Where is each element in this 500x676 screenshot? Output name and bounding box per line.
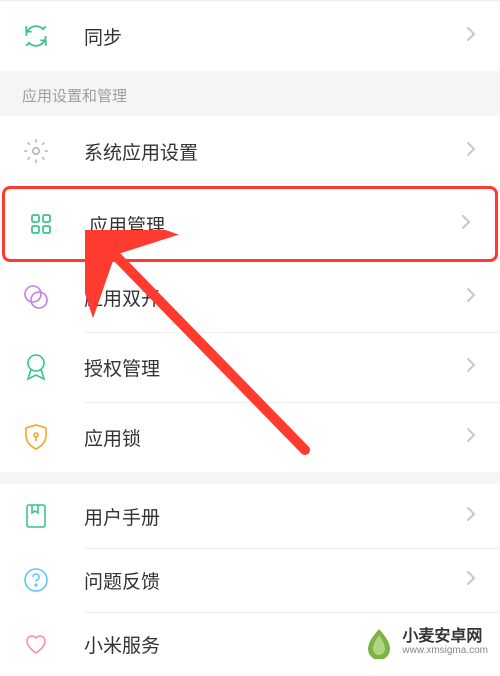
chevron-right-icon — [461, 214, 473, 234]
row-app-lock[interactable]: 应用锁 — [0, 402, 500, 472]
grid-icon — [27, 210, 55, 238]
row-label: 应用双开 — [84, 284, 466, 311]
chevron-right-icon — [466, 570, 478, 590]
chevron-right-icon — [466, 506, 478, 526]
row-system-apps[interactable]: 系统应用设置 — [0, 116, 500, 186]
watermark-logo-icon — [362, 625, 396, 659]
gear-icon — [22, 137, 50, 165]
row-label: 同步 — [84, 23, 466, 50]
heart-icon — [22, 630, 50, 658]
watermark: 小麦安卓网 www.xmsigma.com — [362, 625, 488, 659]
row-label: 授权管理 — [84, 354, 466, 381]
watermark-url: www.xmsigma.com — [402, 645, 488, 656]
section-header: 应用设置和管理 — [0, 71, 500, 116]
chevron-right-icon — [466, 427, 478, 447]
chevron-right-icon — [466, 26, 478, 46]
row-user-manual[interactable]: 用户手册 — [0, 484, 500, 548]
row-permissions[interactable]: 授权管理 — [0, 332, 500, 402]
row-label: 问题反馈 — [84, 567, 466, 594]
badge-icon — [22, 353, 50, 381]
row-dual-apps[interactable]: 应用双开 — [0, 262, 500, 332]
row-app-manage[interactable]: 应用管理 — [2, 186, 498, 262]
chevron-right-icon — [466, 141, 478, 161]
row-sync[interactable]: 同步 — [0, 1, 500, 71]
watermark-title: 小麦安卓网 — [402, 628, 488, 646]
row-label: 系统应用设置 — [84, 138, 466, 165]
chevron-right-icon — [466, 287, 478, 307]
row-label: 应用锁 — [84, 424, 466, 451]
shield-lock-icon — [22, 423, 50, 451]
row-label: 应用管理 — [89, 211, 461, 238]
chevron-right-icon — [466, 357, 478, 377]
sync-icon — [22, 22, 50, 50]
row-feedback[interactable]: 问题反馈 — [0, 548, 500, 612]
row-label: 用户手册 — [84, 503, 466, 530]
book-icon — [22, 502, 50, 530]
dual-circles-icon — [22, 283, 50, 311]
help-icon — [22, 566, 50, 594]
